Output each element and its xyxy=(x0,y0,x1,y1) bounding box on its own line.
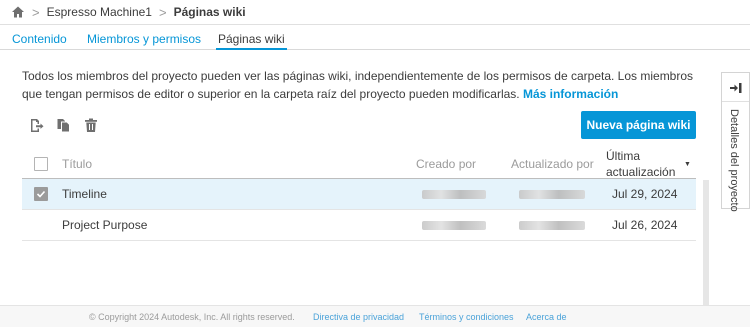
vertical-scrollbar[interactable] xyxy=(703,180,709,305)
privacy-link[interactable]: Directiva de privacidad xyxy=(313,312,404,322)
breadcrumb-current: Páginas wiki xyxy=(173,5,246,19)
tab-bar: Contenido Miembros y permisos Páginas wi… xyxy=(0,25,750,50)
copyright-text: © Copyright 2024 Autodesk, Inc. All righ… xyxy=(89,312,295,322)
column-header-last-update-line1: Última xyxy=(606,149,641,163)
row-date: Jul 29, 2024 xyxy=(612,187,678,201)
created-by-redacted xyxy=(422,190,486,199)
breadcrumb-separator: > xyxy=(158,4,167,20)
project-details-panel[interactable]: Detalles del proyecto xyxy=(721,72,750,212)
collapse-panel-icon[interactable] xyxy=(729,81,743,95)
updated-by-redacted xyxy=(519,190,585,199)
updated-by-redacted xyxy=(519,221,585,230)
new-wiki-page-button[interactable]: Nueva página wiki xyxy=(581,111,696,139)
wiki-pages-table: Título Creado por Actualizado por Última… xyxy=(22,146,696,241)
terms-link[interactable]: Términos y condiciones xyxy=(419,312,514,322)
copy-icon[interactable] xyxy=(55,117,71,133)
row-title[interactable]: Project Purpose xyxy=(62,218,147,232)
export-icon[interactable] xyxy=(28,117,44,133)
check-icon xyxy=(36,190,46,198)
table-row[interactable]: Timeline Jul 29, 2024 xyxy=(22,179,696,210)
description: Todos los miembros del proyecto pueden v… xyxy=(22,67,702,103)
project-details-label[interactable]: Detalles del proyecto xyxy=(728,109,740,212)
row-checkbox[interactable] xyxy=(34,187,48,201)
table-header: Título Creado por Actualizado por Última… xyxy=(22,146,696,179)
row-title[interactable]: Timeline xyxy=(62,187,107,201)
column-header-title[interactable]: Título xyxy=(62,157,92,171)
breadcrumb: > Espresso Machine1 > Páginas wiki xyxy=(0,0,750,25)
breadcrumb-project-link[interactable]: Espresso Machine1 xyxy=(47,5,152,19)
wiki-pages-panel: Todos los miembros del proyecto pueden v… xyxy=(0,51,715,305)
home-icon[interactable] xyxy=(11,5,25,19)
more-info-link[interactable]: Más información xyxy=(523,87,618,101)
about-link[interactable]: Acerca de xyxy=(526,312,567,322)
table-row[interactable]: Project Purpose Jul 26, 2024 xyxy=(22,210,696,241)
row-date: Jul 26, 2024 xyxy=(612,218,678,232)
column-header-last-update-line2: actualización xyxy=(606,165,676,179)
sort-desc-icon[interactable]: ▼ xyxy=(684,161,691,168)
column-header-updated-by[interactable]: Actualizado por xyxy=(511,157,594,171)
breadcrumb-separator: > xyxy=(32,4,40,20)
footer: © Copyright 2024 Autodesk, Inc. All righ… xyxy=(0,305,750,327)
column-header-created-by[interactable]: Creado por xyxy=(416,157,476,171)
created-by-redacted xyxy=(422,221,486,230)
trash-icon[interactable] xyxy=(83,117,99,133)
column-header-last-update[interactable]: Última actualización xyxy=(606,148,675,180)
select-all-checkbox[interactable] xyxy=(34,157,48,171)
divider xyxy=(722,101,749,102)
tab-miembros-permisos[interactable]: Miembros y permisos xyxy=(87,32,201,46)
tab-paginas-wiki[interactable]: Páginas wiki xyxy=(216,32,287,50)
tab-contenido[interactable]: Contenido xyxy=(12,32,67,46)
